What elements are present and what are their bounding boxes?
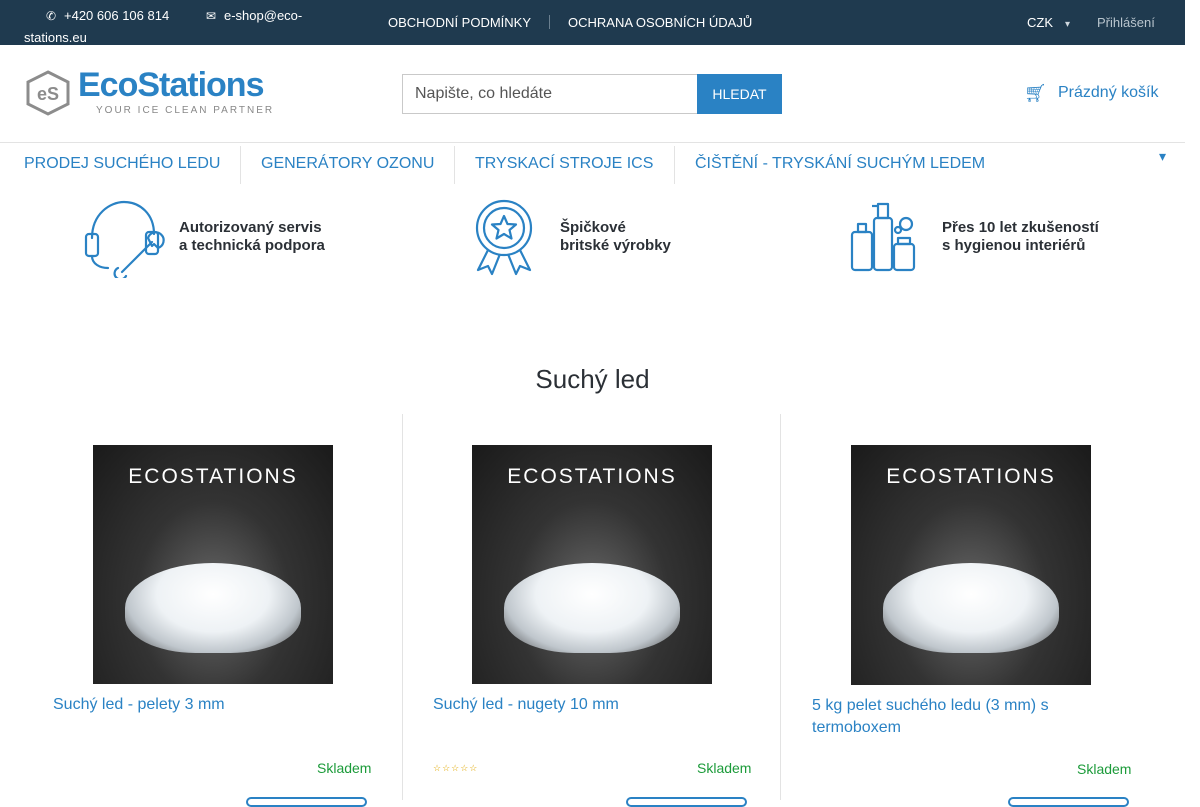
photo-brand: ECOSTATIONS — [886, 465, 1056, 488]
main-nav: PRODEJ SUCHÉHO LEDU GENERÁTORY OZONU TRY… — [4, 144, 1185, 186]
email-link[interactable]: ✉ e-shop@eco- — [204, 5, 302, 27]
product-image[interactable]: ECOSTATIONS — [851, 445, 1091, 685]
top-bar: ✆ +420 606 106 814 ✉ e-shop@eco- stations.… — [0, 0, 1185, 45]
photo-brand: ECOSTATIONS — [507, 465, 677, 488]
product-name-line: Suchý led - pelety 3 mm — [53, 696, 225, 713]
logo-tagline: YOUR ICE CLEAN PARTNER — [96, 105, 275, 116]
product-name-line: Suchý led - nugety 10 mm — [433, 696, 619, 713]
benefit-line: Přes 10 let zkušeností — [942, 219, 1099, 236]
product-card: ECOSTATIONS Suchý led - nugety 10 mm ☆☆☆… — [402, 414, 781, 807]
nav-item-cleaning[interactable]: ČIŠTĚNÍ - TRYSKÁNÍ SUCHÝM LEDEM — [695, 144, 985, 186]
divider — [674, 146, 675, 184]
cart-icon: 🛒︎ — [1024, 83, 1047, 103]
benefit-text: Špičkové britské výrobky — [560, 219, 671, 255]
nav-item-ozone[interactable]: GENERÁTORY OZONU — [261, 144, 434, 186]
award-badge-icon — [475, 199, 533, 276]
rating-stars: ☆☆☆☆☆ — [433, 763, 479, 773]
product-card: ECOSTATIONS Suchý led - pelety 3 mm Skla… — [24, 414, 403, 807]
product-image[interactable]: ECOSTATIONS — [93, 445, 333, 684]
product-name-line: 5 kg pelet suchého ledu (3 mm) s — [812, 697, 1049, 714]
divider — [454, 146, 455, 184]
photo-brand: ECOSTATIONS — [128, 465, 298, 488]
product-name-link[interactable]: Suchý led - pelety 3 mm — [53, 694, 225, 716]
terms-link[interactable]: OBCHODNÍ PODMÍNKY — [388, 15, 531, 30]
headset-wrench-icon — [84, 200, 165, 278]
benefit-text: Přes 10 let zkušeností s hygienou interi… — [942, 219, 1099, 255]
benefit-quality: Špičkové britské výrobky — [472, 198, 702, 278]
nav-item-blasting-machines[interactable]: TRYSKACÍ STROJE ICS — [475, 144, 653, 186]
pile — [883, 563, 1059, 653]
product-card: ECOSTATIONS 5 kg pelet suchého ledu (3 m… — [782, 414, 1161, 807]
login-link[interactable]: Přihlášení — [1097, 15, 1155, 30]
cart-link[interactable]: 🛒︎ Prázdný košík — [1024, 83, 1158, 104]
logo-mark-icon: eS — [26, 70, 70, 116]
benefit-text: Autorizovaný servis a technická podpora — [179, 219, 325, 255]
add-to-cart-button[interactable] — [626, 797, 747, 807]
product-image[interactable]: ECOSTATIONS — [472, 445, 712, 684]
benefit-line: Autorizovaný servis — [179, 219, 322, 236]
benefit-line: s hygienou interiérů — [942, 237, 1086, 254]
currency-selector[interactable]: CZK ▾ — [1027, 15, 1070, 30]
envelope-icon: ✉ — [205, 9, 217, 23]
search-input[interactable] — [402, 74, 697, 114]
divider — [549, 15, 551, 29]
search-button[interactable]: HLEDAT — [697, 74, 782, 114]
pile — [504, 563, 680, 653]
product-list: ECOSTATIONS Suchý led - pelety 3 mm Skla… — [24, 414, 1161, 807]
logo-wordmark: EcoStations — [78, 66, 264, 104]
chevron-down-icon: ▾ — [1065, 19, 1071, 30]
add-to-cart-button[interactable] — [1008, 797, 1129, 807]
stock-status: Skladem — [1077, 761, 1132, 777]
phone-number: +420 606 106 814 — [64, 8, 170, 23]
phone-icon: ✆ — [45, 9, 57, 23]
benefit-line: britské výrobky — [560, 237, 671, 254]
benefit-line: Špičkové — [560, 219, 626, 236]
chevron-down-icon[interactable]: ▾ — [1159, 148, 1166, 165]
product-name-link[interactable]: 5 kg pelet suchého ledu (3 mm) s termobo… — [812, 695, 1049, 739]
currency-label: CZK — [1027, 15, 1053, 30]
section-title: Suchý led — [535, 364, 650, 394]
header: eS EcoStations YOUR ICE CLEAN PARTNER HL… — [0, 45, 1185, 143]
product-name-link[interactable]: Suchý led - nugety 10 mm — [433, 694, 619, 716]
add-to-cart-button[interactable] — [246, 797, 367, 807]
search-form: HLEDAT — [402, 74, 782, 114]
privacy-link[interactable]: OCHRANA OSOBNÍCH ÚDAJŮ — [568, 15, 752, 30]
cart-label: Prázdný košík — [1058, 84, 1159, 101]
product-name-line: termoboxem — [812, 719, 901, 736]
benefit-line: a technická podpora — [179, 237, 325, 254]
email-text: e-shop@eco- — [224, 8, 303, 23]
nav-item-dry-ice[interactable]: PRODEJ SUCHÉHO LEDU — [24, 144, 220, 186]
phone-link[interactable]: ✆ +420 606 106 814 — [44, 5, 169, 27]
divider — [240, 146, 241, 184]
top-links: OBCHODNÍ PODMÍNKY OCHRANA OSOBNÍCH ÚDAJŮ — [388, 15, 752, 30]
email-text-cont: stations.eu — [24, 30, 87, 45]
logo[interactable]: eS EcoStations YOUR ICE CLEAN PARTNER — [24, 66, 275, 116]
benefit-experience: Přes 10 let zkušeností s hygienou interi… — [848, 198, 1118, 278]
stock-status: Skladem — [317, 760, 372, 776]
benefit-service: Autorizovaný servis a technická podpora — [82, 198, 352, 278]
svg-text:eS: eS — [37, 84, 59, 104]
pile — [125, 563, 301, 653]
stock-status: Skladem — [697, 760, 752, 776]
cleaning-bottles-icon — [850, 202, 916, 272]
